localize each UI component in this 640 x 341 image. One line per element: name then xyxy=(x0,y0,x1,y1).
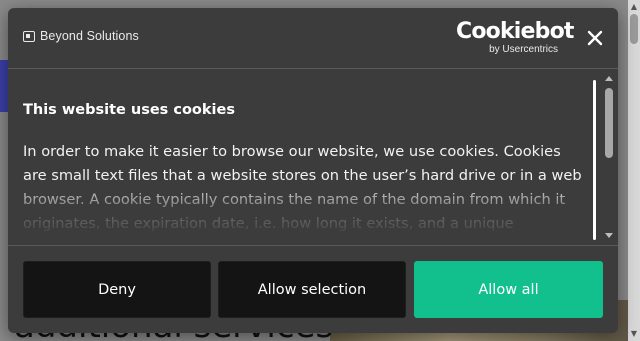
scroll-up-arrow-icon[interactable] xyxy=(605,76,613,81)
brand-name: Beyond Solutions xyxy=(40,29,139,43)
brand-logo: Beyond Solutions xyxy=(23,29,139,43)
dialog-body: This website uses cookies In order to ma… xyxy=(8,70,618,245)
scroll-down-arrow-icon[interactable] xyxy=(605,233,613,238)
cookiebot-wordmark: Cookiebot xyxy=(456,19,574,44)
cookiebot-logo[interactable]: Cookiebot by Usercentrics xyxy=(456,19,574,56)
dialog-footer: Deny Allow selection Allow all xyxy=(8,245,618,333)
dialog-scrollbar-thumb[interactable] xyxy=(605,88,613,158)
text-scroll-indicator[interactable] xyxy=(593,80,596,240)
close-icon xyxy=(587,30,603,46)
page-scroll-up-arrow-icon[interactable]: ▲ xyxy=(630,3,638,11)
dialog-scrollbar[interactable] xyxy=(602,74,616,240)
page-scrollbar[interactable]: ▲ ▼ xyxy=(628,0,640,341)
page-scrollbar-thumb[interactable] xyxy=(630,14,638,44)
dialog-body-text: In order to make it easier to browse our… xyxy=(23,143,582,232)
allow-all-button[interactable]: Allow all xyxy=(414,261,603,318)
cookie-consent-dialog: Beyond Solutions Cookiebot by Usercentri… xyxy=(8,8,618,333)
dialog-header: Beyond Solutions Cookiebot by Usercentri… xyxy=(8,8,618,69)
beyond-solutions-logo-icon xyxy=(23,30,35,42)
dialog-title: This website uses cookies xyxy=(23,102,235,118)
page-scroll-down-arrow-icon[interactable]: ▼ xyxy=(630,330,638,338)
close-button[interactable] xyxy=(585,28,605,48)
allow-selection-button[interactable]: Allow selection xyxy=(218,261,406,318)
background-accent-strip xyxy=(0,60,8,112)
cookiebot-tagline: by Usercentrics xyxy=(489,44,558,55)
deny-button[interactable]: Deny xyxy=(23,261,211,318)
